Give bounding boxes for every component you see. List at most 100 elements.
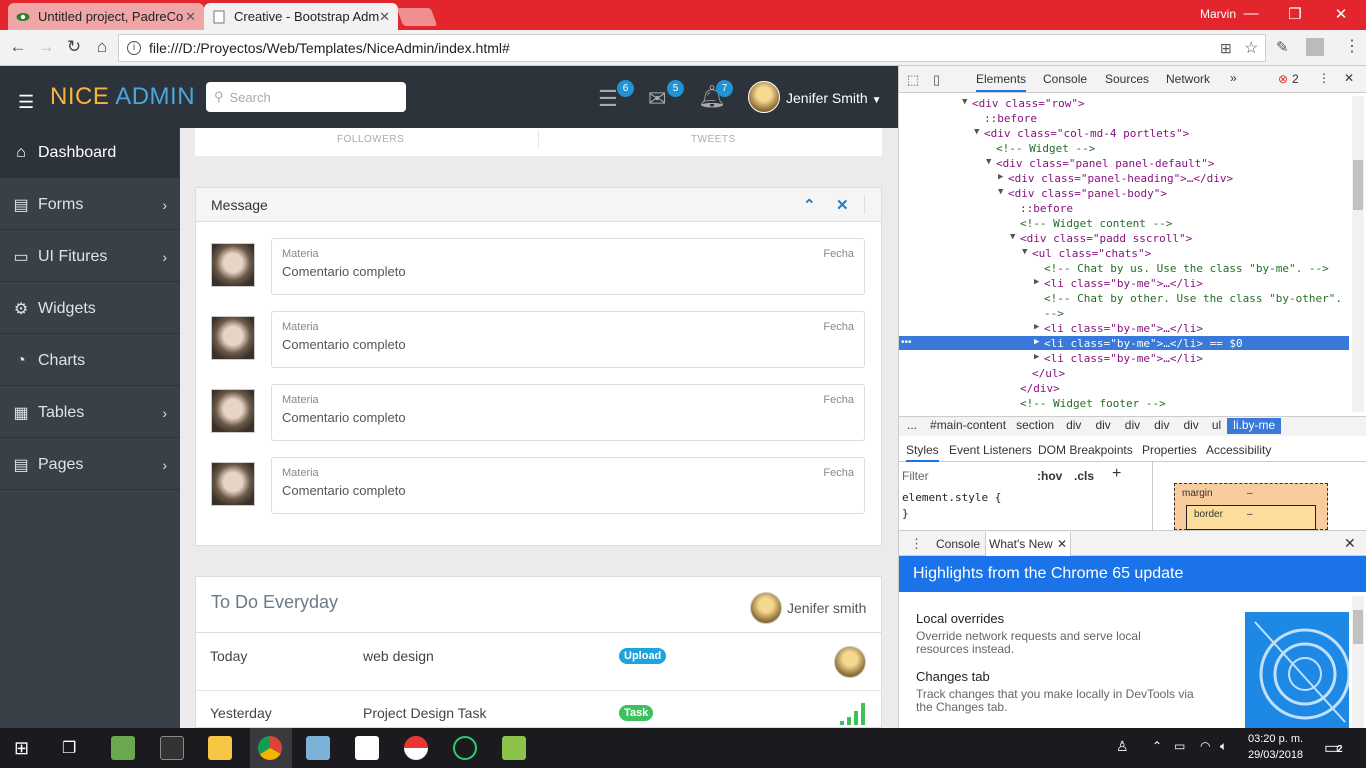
- close-tab-icon[interactable]: ✕: [1057, 537, 1067, 551]
- dom-node[interactable]: ▶ <li class="by-me">…</li>: [1034, 352, 1203, 365]
- crumb[interactable]: div: [1059, 418, 1088, 434]
- forward-icon[interactable]: →: [34, 37, 58, 57]
- error-icon[interactable]: ⊗: [1278, 72, 1288, 86]
- crumb-active[interactable]: li.by-me: [1227, 418, 1282, 434]
- feature-title[interactable]: Local overrides: [916, 611, 1004, 626]
- tab-event-listeners[interactable]: Event Listeners: [949, 443, 1032, 457]
- expanded-triangle-icon[interactable]: ▼: [986, 157, 991, 167]
- collapsed-triangle-icon[interactable]: ▶: [998, 172, 1003, 182]
- file-explorer-icon[interactable]: [208, 736, 232, 760]
- dom-node[interactable]: <!-- Widget content -->: [1020, 217, 1172, 230]
- browser-tab-creative[interactable]: Creative - Bootstrap Adm ✕: [204, 3, 398, 30]
- translate-icon[interactable]: ⊞: [1220, 40, 1232, 57]
- dom-node[interactable]: <!-- Widget footer -->: [1020, 397, 1166, 410]
- dom-node[interactable]: ▶ <li class="by-me">…</li>: [1034, 322, 1203, 335]
- clock-time[interactable]: 03:20 p. m.: [1248, 733, 1303, 745]
- clock-date[interactable]: 29/03/2018: [1248, 749, 1303, 761]
- scrollbar[interactable]: [1352, 96, 1364, 412]
- chrome-icon[interactable]: [258, 736, 282, 760]
- dom-node[interactable]: ▼ <div class="col-md-4 portlets">: [974, 127, 1189, 140]
- android-studio-icon[interactable]: [111, 736, 135, 760]
- tab-properties[interactable]: Properties: [1142, 443, 1197, 457]
- crumb[interactable]: section: [1011, 418, 1059, 434]
- bookmark-star-icon[interactable]: ☆: [1244, 38, 1258, 58]
- devtools-menu-icon[interactable]: ⋮: [1318, 71, 1330, 85]
- user-menu[interactable]: Jenifer Smith ▼: [786, 90, 882, 106]
- sidebar-item-forms[interactable]: ▤ Forms ›: [0, 180, 179, 230]
- drawer-menu-icon[interactable]: ⋮: [910, 536, 923, 552]
- close-window-icon[interactable]: ✕: [1326, 5, 1356, 23]
- sidebar-item-widgets[interactable]: ⚙ Widgets: [0, 284, 179, 334]
- device-toggle-icon[interactable]: ▯: [933, 72, 940, 88]
- expanded-triangle-icon[interactable]: ▼: [962, 97, 967, 107]
- close-icon[interactable]: ✕: [836, 196, 849, 214]
- people-icon[interactable]: ♙: [1116, 738, 1129, 755]
- dom-node[interactable]: <!-- Chat by us. Use the class "by-me". …: [1044, 262, 1329, 275]
- sidebar-item-pages[interactable]: ▤ Pages ›: [0, 440, 179, 490]
- crumb[interactable]: div: [1176, 418, 1205, 434]
- browser-tab-padreco[interactable]: Untitled project, PadreCo ✕: [8, 3, 204, 30]
- tab-styles[interactable]: Styles: [906, 443, 939, 462]
- restore-icon[interactable]: ❐: [1280, 5, 1310, 23]
- crumb[interactable]: ul: [1206, 418, 1227, 434]
- tab-network[interactable]: Network: [1166, 72, 1210, 86]
- tasks-icon[interactable]: ☰: [598, 86, 618, 112]
- close-tab-icon[interactable]: ✕: [185, 9, 196, 25]
- cls-toggle[interactable]: .cls: [1074, 469, 1094, 483]
- dom-node[interactable]: ▼ <div class="padd sscroll">: [1010, 232, 1192, 245]
- notes-icon[interactable]: [306, 736, 330, 760]
- collapsed-triangle-icon[interactable]: ▶: [1034, 277, 1039, 287]
- collapsed-triangle-icon[interactable]: ▶: [1034, 337, 1039, 347]
- expanded-triangle-icon[interactable]: ▼: [998, 187, 1003, 197]
- crumb[interactable]: #main-content: [925, 418, 1011, 434]
- add-rule-icon[interactable]: +: [1112, 465, 1121, 483]
- reload-icon[interactable]: ↻: [62, 37, 86, 57]
- close-drawer-icon[interactable]: ✕: [1344, 535, 1356, 552]
- address-bar[interactable]: i file:///D:/Proyectos/Web/Templates/Nic…: [118, 34, 1266, 62]
- dom-node[interactable]: </ul>: [1032, 367, 1065, 380]
- collapsed-triangle-icon[interactable]: ▶: [1034, 322, 1039, 332]
- search-input[interactable]: ⚲ Search: [206, 82, 406, 112]
- dom-node[interactable]: ▼ <div class="panel-body">: [998, 187, 1167, 200]
- dom-node[interactable]: <!-- Chat by other. Use the class "by-ot…: [1044, 292, 1342, 305]
- atom-icon[interactable]: [453, 736, 477, 760]
- battery-icon[interactable]: ▭: [1174, 739, 1185, 753]
- avatar[interactable]: [748, 81, 780, 113]
- dom-node[interactable]: -->: [1044, 307, 1064, 320]
- crumb[interactable]: div: [1088, 418, 1117, 434]
- chevron-up-icon[interactable]: ⌃: [1152, 739, 1162, 753]
- collapsed-triangle-icon[interactable]: ▶: [1034, 352, 1039, 362]
- dom-node[interactable]: ▼ <div class="row">: [962, 97, 1085, 110]
- app-logo[interactable]: NICE ADMIN: [50, 83, 195, 111]
- tab-sources[interactable]: Sources: [1105, 72, 1149, 86]
- chart-app-icon[interactable]: [502, 736, 526, 760]
- volume-icon[interactable]: 🔈︎: [1220, 739, 1227, 754]
- crumb[interactable]: div: [1118, 418, 1147, 434]
- dom-node[interactable]: </div>: [1020, 382, 1060, 395]
- scrollbar-thumb[interactable]: [1353, 610, 1363, 644]
- tab-elements[interactable]: Elements: [976, 72, 1027, 92]
- browser-profile-name[interactable]: Marvin: [1200, 7, 1236, 21]
- dom-node[interactable]: ▶ <div class="panel-heading">…</div>: [998, 172, 1233, 185]
- sidebar-item-tables[interactable]: ▦ Tables ›: [0, 388, 179, 438]
- extension-icon[interactable]: [1306, 38, 1324, 56]
- task-view-icon[interactable]: ❐: [62, 738, 76, 758]
- info-icon[interactable]: i: [127, 41, 141, 55]
- drawer-tab-whats-new[interactable]: What's New: [989, 537, 1053, 551]
- feature-title[interactable]: Changes tab: [916, 669, 990, 684]
- crumb[interactable]: div: [1147, 418, 1176, 434]
- eyedropper-icon[interactable]: ✎: [1276, 38, 1289, 56]
- styles-filter-input[interactable]: Filter: [902, 469, 929, 483]
- expanded-triangle-icon[interactable]: ▼: [1010, 232, 1015, 242]
- back-icon[interactable]: ←: [6, 37, 30, 57]
- mail-icon[interactable]: [355, 736, 379, 760]
- close-devtools-icon[interactable]: ✕: [1344, 71, 1354, 85]
- scrollbar-thumb[interactable]: [1353, 160, 1363, 210]
- expanded-triangle-icon[interactable]: ▼: [1022, 247, 1027, 257]
- dom-node[interactable]: ::before: [984, 112, 1037, 125]
- wifi-icon[interactable]: ◠: [1200, 739, 1210, 753]
- tab-console[interactable]: Console: [1043, 72, 1087, 86]
- home-icon[interactable]: ⌂: [90, 37, 114, 57]
- new-tab-button[interactable]: [396, 8, 438, 26]
- tab-accessibility[interactable]: Accessibility: [1206, 443, 1271, 457]
